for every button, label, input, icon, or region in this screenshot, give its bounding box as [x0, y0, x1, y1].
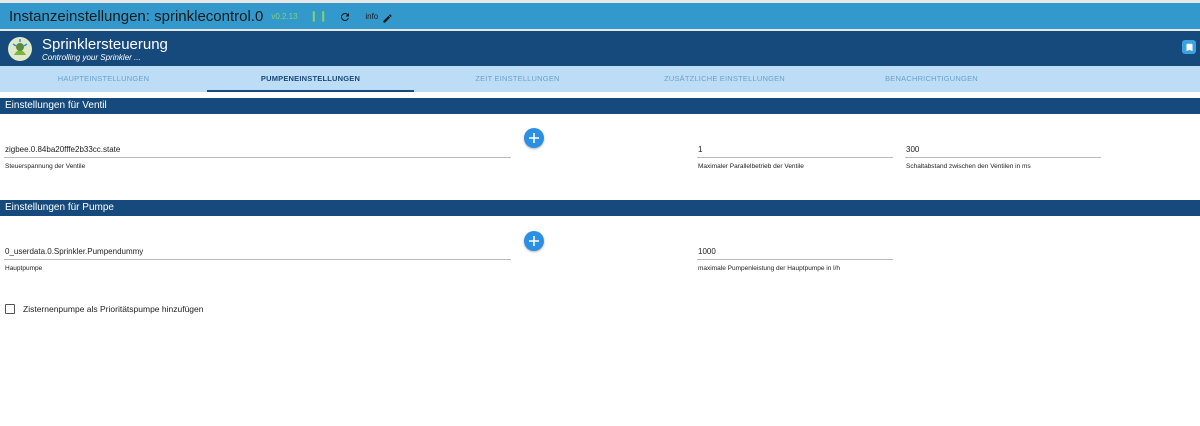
- info-link[interactable]: info: [365, 12, 378, 21]
- valve-switch-gap-input[interactable]: 300: [905, 143, 1101, 157]
- tab-benachrichtigungen[interactable]: BENACHRICHTIGUNGEN: [828, 66, 1035, 92]
- valve-state-field[interactable]: zigbee.0.84ba20fffe2b33cc.state Steuersp…: [4, 143, 511, 170]
- section-header-pumpe: Einstellungen für Pumpe: [0, 200, 1200, 216]
- cistern-priority-label: Zisternenpumpe als Prioritätspumpe hinzu…: [23, 304, 204, 314]
- valve-parallel-label: Maximaler Parallelbetrieb der Ventile: [698, 163, 804, 170]
- plus-icon: [529, 133, 539, 143]
- help-book-icon[interactable]: [1182, 40, 1196, 54]
- instance-title: Instanzeinstellungen: sprinklecontrol.0: [9, 7, 264, 25]
- app-name: Sprinklersteuerung: [42, 36, 168, 53]
- version-badge: v0.2.13: [271, 11, 298, 21]
- edit-icon[interactable]: [382, 11, 393, 23]
- pump-power-label: maximale Pumpenleistung der Hauptpumpe i…: [698, 265, 840, 272]
- valve-switch-gap-label: Schaltabstand zwischen den Ventilen in m…: [906, 163, 1031, 170]
- reload-icon[interactable]: [339, 10, 351, 22]
- valve-state-input[interactable]: zigbee.0.84ba20fffe2b33cc.state: [4, 143, 511, 157]
- app-subtitle: Controlling your Sprinkler ...: [42, 53, 141, 62]
- main-pump-field[interactable]: 0_userdata.0.Sprinkler.Pumpendummy Haupt…: [4, 245, 511, 272]
- sprinkler-logo-icon: [7, 36, 33, 62]
- valve-parallel-field[interactable]: 1 Maximaler Parallelbetrieb der Ventile: [697, 143, 893, 170]
- cistern-priority-option[interactable]: Zisternenpumpe als Prioritätspumpe hinzu…: [5, 304, 204, 314]
- valve-switch-gap-field[interactable]: 300 Schaltabstand zwischen den Ventilen …: [905, 143, 1101, 170]
- cistern-priority-checkbox[interactable]: [5, 304, 15, 314]
- tab-zeit-einstellungen[interactable]: ZEIT EINSTELLUNGEN: [414, 66, 621, 92]
- instance-settings-bar: Instanzeinstellungen: sprinklecontrol.0 …: [0, 0, 1200, 31]
- valve-state-label: Steuerspannung der Ventile: [5, 163, 86, 170]
- tab-zusaetzliche-einstellungen[interactable]: ZUSÄTZLICHE EINSTELLUNGEN: [621, 66, 828, 92]
- section-header-ventil: Einstellungen für Ventil: [0, 98, 1200, 114]
- app-header: Sprinklersteuerung Controlling your Spri…: [0, 31, 1200, 66]
- main-pump-label: Hauptpumpe: [5, 265, 43, 272]
- pump-power-field[interactable]: 1000 maximale Pumpenleistung der Hauptpu…: [697, 245, 893, 272]
- valve-parallel-input[interactable]: 1: [697, 143, 893, 157]
- main-pump-input[interactable]: 0_userdata.0.Sprinkler.Pumpendummy: [4, 245, 511, 259]
- tab-haupteinstellungen[interactable]: HAUPTEINSTELLUNGEN: [0, 66, 207, 92]
- select-state-button[interactable]: [524, 128, 544, 148]
- settings-tabs: HAUPTEINSTELLUNGEN PUMPENEINSTELLUNGEN Z…: [0, 66, 1200, 92]
- pump-power-input[interactable]: 1000: [697, 245, 893, 259]
- tab-pumpeneinstellungen[interactable]: PUMPENEINSTELLUNGEN: [207, 66, 414, 92]
- select-pump-button[interactable]: [524, 231, 544, 251]
- plus-icon: [529, 236, 539, 246]
- pause-icon[interactable]: ❙❙: [310, 11, 329, 22]
